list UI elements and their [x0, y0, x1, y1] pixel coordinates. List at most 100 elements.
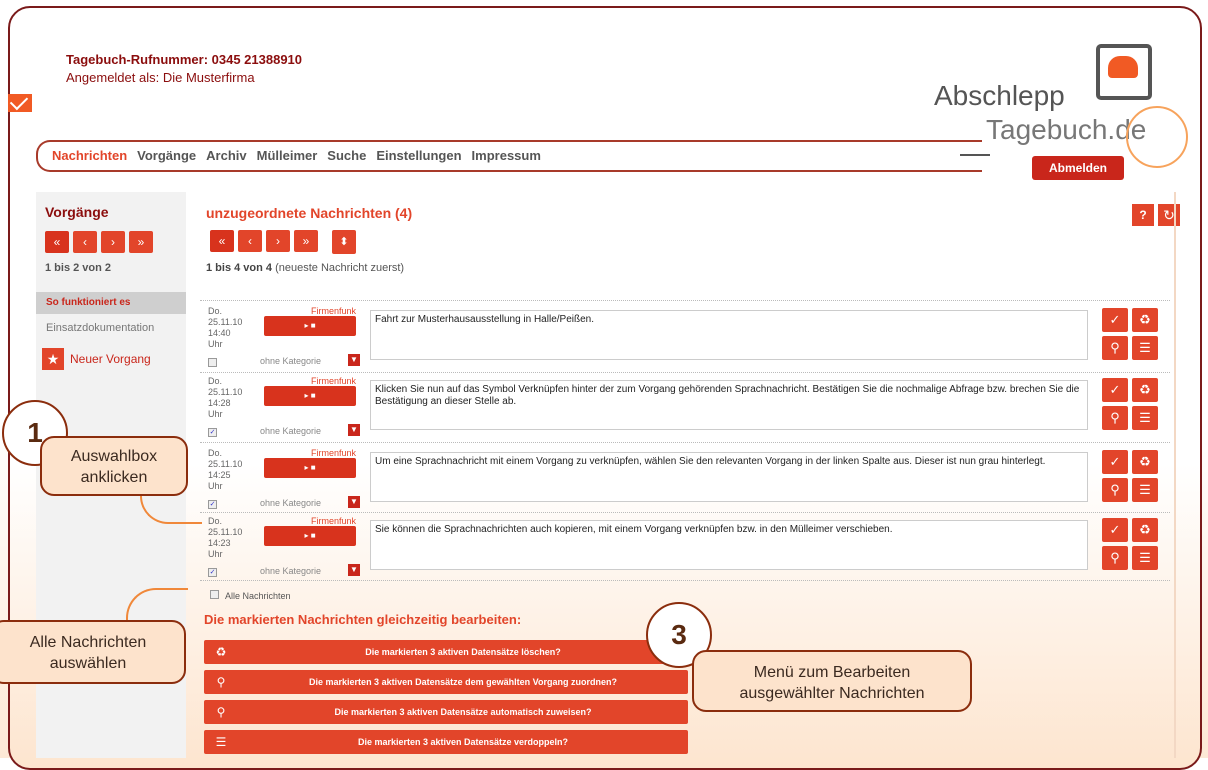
help-icon[interactable]: ?: [1132, 204, 1154, 226]
new-vorgang-link[interactable]: ★ Neuer Vorgang: [42, 348, 151, 370]
recycle-icon[interactable]: ♻: [1132, 378, 1158, 402]
logo-line2: Tagebuch.de: [986, 114, 1147, 145]
nav-suche[interactable]: Suche: [327, 142, 366, 170]
bulk-duplicate-button[interactable]: ☰ Die markierten 3 aktiven Datensätze ve…: [204, 730, 688, 754]
divider: [200, 442, 1170, 444]
message-text[interactable]: Fahrt zur Musterhausausstellung in Halle…: [370, 310, 1088, 360]
copy-icon: ☰: [215, 735, 227, 749]
message-date: Do. 25.11.10 14:40 Uhr: [208, 306, 243, 349]
recycle-icon[interactable]: ♻: [1132, 518, 1158, 542]
copy-icon[interactable]: ☰: [1132, 546, 1158, 570]
dropdown-icon[interactable]: ▼: [348, 354, 360, 366]
link-icon: ⚲: [216, 675, 226, 689]
mail-icon[interactable]: [8, 94, 32, 112]
message-checkbox[interactable]: ✓: [208, 428, 217, 437]
callout-select-box: Auswahlbox anklicken: [40, 436, 188, 496]
link-icon[interactable]: ⚲: [1102, 336, 1128, 360]
check-icon[interactable]: ✓: [1102, 308, 1128, 332]
check-icon[interactable]: ✓: [1102, 450, 1128, 474]
audio-player[interactable]: ▸ ■: [264, 458, 356, 478]
main-count-range: 1 bis 4 von 4: [206, 262, 273, 274]
refresh-icon[interactable]: ↻: [1158, 204, 1180, 226]
message-checkbox[interactable]: ✓: [208, 500, 217, 509]
message-row: Do. 25.11.10 14:25 Uhr ✓ Firmenfunk ▸ ■ ohn…: [200, 448, 1170, 514]
hotline-number: Tagebuch-Rufnummer: 0345 21388910: [66, 52, 303, 67]
select-all-checkbox[interactable]: [210, 590, 219, 599]
bulk-delete-button[interactable]: ♻ Die markierten 3 aktiven Datensätze lö…: [204, 640, 688, 664]
prev-page-button[interactable]: ‹: [238, 230, 262, 252]
dropdown-icon[interactable]: ▼: [348, 496, 360, 508]
last-page-button[interactable]: »: [129, 231, 153, 253]
callout-text: Auswahlbox: [70, 448, 158, 465]
bulk-label: Die markierten 3 aktiven Datensätze verd…: [357, 737, 569, 747]
phone-monitor-icon: [1096, 44, 1152, 100]
audio-player[interactable]: ▸ ■: [264, 316, 356, 336]
dropdown-icon[interactable]: ▼: [348, 424, 360, 436]
callout-bulk-menu: Menü zum Bearbeiten ausgewählter Nachric…: [692, 650, 972, 712]
logo-ring: [1126, 106, 1188, 168]
message-text[interactable]: Um eine Sprachnachricht mit einem Vorgan…: [370, 452, 1088, 502]
prev-page-button[interactable]: ‹: [73, 231, 97, 253]
sort-order-icon[interactable]: ⬍: [332, 230, 356, 254]
vorgang-einsatzdokumentation[interactable]: Einsatzdokumentation: [46, 322, 154, 334]
first-page-button[interactable]: «: [210, 230, 234, 252]
nav-einstellungen[interactable]: Einstellungen: [376, 142, 461, 170]
main-title: unzugeordnete Nachrichten (4): [206, 205, 413, 221]
nav-nachrichten[interactable]: Nachrichten: [52, 142, 127, 170]
divider: [200, 300, 1170, 302]
check-icon[interactable]: ✓: [1102, 518, 1128, 542]
nav-impressum[interactable]: Impressum: [472, 142, 541, 170]
nav-muelleimer[interactable]: Mülleimer: [257, 142, 318, 170]
first-page-button[interactable]: «: [45, 231, 69, 253]
select-all[interactable]: Alle Nachrichten: [210, 590, 291, 601]
star-icon: ★: [42, 348, 64, 370]
main-count-note: (neueste Nachricht zuerst): [272, 262, 405, 274]
copy-icon[interactable]: ☰: [1132, 336, 1158, 360]
top-right-tools: ? ↻: [1132, 204, 1180, 226]
keyword-link-icon: ⚲: [216, 705, 226, 719]
bulk-auto-assign-button[interactable]: ⚲ Die markierten 3 aktiven Datensätze au…: [204, 700, 688, 724]
nav-vorgaenge[interactable]: Vorgänge: [137, 142, 196, 170]
link-icon[interactable]: ⚲: [1102, 406, 1128, 430]
message-date: Do. 25.11.10 14:25 Uhr: [208, 448, 243, 491]
logo-line1: Abschlepp: [934, 80, 1065, 111]
message-date: Do. 25.11.10 14:28 Uhr: [208, 376, 243, 419]
logout-button[interactable]: Abmelden: [1032, 156, 1124, 180]
copy-icon[interactable]: ☰: [1132, 406, 1158, 430]
link-icon[interactable]: ⚲: [1102, 546, 1128, 570]
check-icon[interactable]: ✓: [1102, 378, 1128, 402]
message-row: Do. 25.11.10 14:23 Uhr ✓ Firmenfunk ▸ ■ ohn…: [200, 516, 1170, 582]
recycle-icon[interactable]: ♻: [1132, 308, 1158, 332]
howto-item[interactable]: So funktioniert es: [36, 292, 186, 314]
category-select[interactable]: ohne Kategorie: [260, 426, 321, 436]
main-nav: Nachrichten Vorgänge Archiv Mülleimer Suche E…: [36, 140, 982, 172]
message-row: Do. 25.11.10 14:28 Uhr ✓ Firmenfunk ▸ ■ ohn…: [200, 376, 1170, 442]
recycle-icon[interactable]: ♻: [1132, 450, 1158, 474]
nav-archiv[interactable]: Archiv: [206, 142, 246, 170]
message-text[interactable]: Klicken Sie nun auf das Symbol Verknüpfe…: [370, 380, 1088, 430]
next-page-button[interactable]: ›: [101, 231, 125, 253]
category-select[interactable]: ohne Kategorie: [260, 566, 321, 576]
source-label: Firmenfunk: [310, 448, 356, 458]
link-icon[interactable]: ⚲: [1102, 478, 1128, 502]
category-select[interactable]: ohne Kategorie: [260, 356, 321, 366]
callout-text: Alle Nachrichten: [29, 634, 147, 651]
message-checkbox[interactable]: [208, 358, 217, 367]
main-pager: « ‹ › » ⬍: [210, 230, 356, 254]
copy-icon[interactable]: ☰: [1132, 478, 1158, 502]
last-page-button[interactable]: »: [294, 230, 318, 252]
audio-player[interactable]: ▸ ■: [264, 526, 356, 546]
category-select[interactable]: ohne Kategorie: [260, 498, 321, 508]
audio-player[interactable]: ▸ ■: [264, 386, 356, 406]
next-page-button[interactable]: ›: [266, 230, 290, 252]
bulk-assign-button[interactable]: ⚲ Die markierten 3 aktiven Datensätze de…: [204, 670, 688, 694]
source-label: Firmenfunk: [310, 306, 356, 316]
callout-text: auswählen: [49, 655, 127, 672]
message-text[interactable]: Sie können die Sprachnachrichten auch ko…: [370, 520, 1088, 570]
callout-select-all: Alle Nachrichten auswählen: [0, 620, 186, 684]
message-checkbox[interactable]: ✓: [208, 568, 217, 577]
bulk-title: Die markierten Nachrichten gleichzeitig …: [204, 612, 522, 627]
dropdown-icon[interactable]: ▼: [348, 564, 360, 576]
source-label: Firmenfunk: [310, 376, 356, 386]
main-count: 1 bis 4 von 4 (neueste Nachricht zuerst): [206, 262, 404, 274]
